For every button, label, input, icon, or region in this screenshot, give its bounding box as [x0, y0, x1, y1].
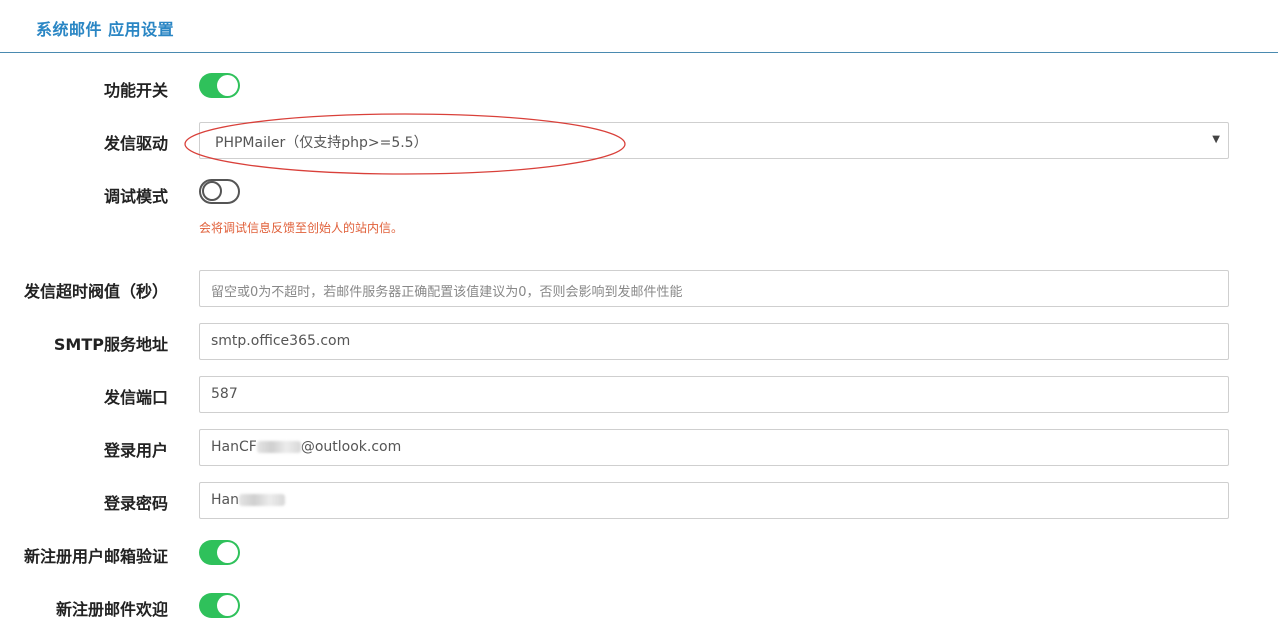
username-value-prefix: HanCF [211, 439, 257, 455]
password-value: Han [211, 492, 285, 508]
timeout-row: 发信超时阀值（秒） 留空或0为不超时，若邮件服务器正确配置该值建议为0，否则会影… [0, 270, 1278, 307]
password-input[interactable]: Han [199, 482, 1229, 519]
toggle-knob [217, 75, 238, 96]
smtp-host-input[interactable]: smtp.office365.com [199, 323, 1229, 360]
debug-mode-toggle[interactable] [199, 179, 240, 204]
username-value: HanCF @outlook.com [211, 439, 401, 455]
smtp-host-row: SMTP服务地址 smtp.office365.com [0, 323, 1278, 360]
feature-switch-row: 功能开关 [0, 73, 1278, 101]
username-value-suffix: @outlook.com [300, 439, 402, 455]
driver-row: 发信驱动 PHPMailer（仅支持php>=5.5） ▼ [0, 122, 1278, 159]
redacted-blur [256, 441, 301, 453]
timeout-input[interactable]: 留空或0为不超时，若邮件服务器正确配置该值建议为0，否则会影响到发邮件性能 [199, 270, 1229, 307]
password-value-prefix: Han [211, 492, 239, 508]
driver-select-value: PHPMailer（仅支持php>=5.5） [215, 135, 428, 151]
driver-label: 发信驱动 [103, 134, 168, 153]
register-welcome-row: 新注册邮件欢迎 [0, 593, 1278, 620]
feature-switch-toggle[interactable] [199, 73, 240, 98]
register-verify-row: 新注册用户邮箱验证 [0, 540, 1278, 568]
username-input[interactable]: HanCF @outlook.com [199, 429, 1229, 466]
debug-mode-hint: 会将调试信息反馈至创始人的站内信。 [199, 221, 404, 235]
username-label: 登录用户 [103, 441, 168, 460]
toggle-knob [217, 595, 238, 616]
register-verify-toggle[interactable] [199, 540, 240, 565]
port-row: 发信端口 587 [0, 376, 1278, 413]
page-title: 系统邮件 应用设置 [36, 20, 175, 39]
port-label: 发信端口 [103, 388, 168, 407]
register-welcome-label: 新注册邮件欢迎 [55, 600, 168, 619]
username-row: 登录用户 HanCF @outlook.com [0, 429, 1278, 466]
smtp-host-value: smtp.office365.com [211, 333, 351, 349]
port-value: 587 [211, 386, 238, 402]
driver-select[interactable]: PHPMailer（仅支持php>=5.5） ▼ [199, 122, 1229, 159]
feature-switch-label: 功能开关 [103, 81, 168, 100]
password-label: 登录密码 [103, 494, 168, 513]
redacted-blur [238, 494, 285, 506]
timeout-label: 发信超时阀值（秒） [23, 282, 168, 301]
debug-mode-row: 调试模式 会将调试信息反馈至创始人的站内信。 [0, 179, 1278, 239]
port-input[interactable]: 587 [199, 376, 1229, 413]
settings-page: 系统邮件 应用设置 功能开关 发信驱动 PHPMailer（仅支持php>=5.… [0, 0, 1278, 620]
register-welcome-toggle[interactable] [199, 593, 240, 618]
toggle-knob [202, 181, 222, 201]
timeout-placeholder: 留空或0为不超时，若邮件服务器正确配置该值建议为0，否则会影响到发邮件性能 [211, 285, 683, 300]
chevron-down-icon: ▼ [1212, 134, 1220, 145]
register-verify-label: 新注册用户邮箱验证 [23, 547, 168, 566]
smtp-host-label: SMTP服务地址 [53, 335, 168, 354]
debug-mode-label: 调试模式 [103, 187, 168, 206]
password-row: 登录密码 Han [0, 482, 1278, 519]
page-header: 系统邮件 应用设置 [0, 0, 1278, 53]
toggle-knob [217, 542, 238, 563]
